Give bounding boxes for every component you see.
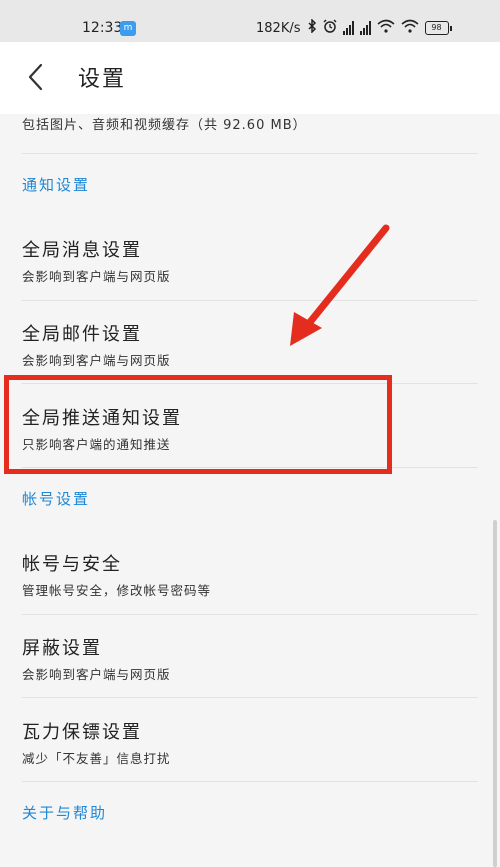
network-speed: 182K/s xyxy=(256,20,301,36)
battery-level: 98 xyxy=(424,21,449,35)
divider xyxy=(22,153,478,154)
item-subtitle: 减少「不友善」信息打扰 xyxy=(22,751,171,766)
item-block-settings[interactable]: 屏蔽设置 会影响到客户端与网页版 xyxy=(0,634,480,718)
settings-list[interactable]: 包括图片、音频和视频缓存（共 92.60 MB） 通知设置 全局消息设置 会影响… xyxy=(0,114,500,867)
section-account-settings: 帐号设置 xyxy=(22,490,91,508)
page-title: 设置 xyxy=(78,67,127,92)
item-subtitle: 会影响到客户端与网页版 xyxy=(22,269,171,284)
scrollbar[interactable] xyxy=(493,520,497,867)
wifi-icon xyxy=(400,19,419,37)
wifi-hotspot-icon xyxy=(376,19,395,37)
section-about-help: 关于与帮助 xyxy=(22,804,108,822)
item-global-message-settings[interactable]: 全局消息设置 会影响到客户端与网页版 xyxy=(0,236,480,320)
item-title: 帐号与安全 xyxy=(22,554,122,575)
bluetooth-icon xyxy=(307,18,317,37)
back-button[interactable] xyxy=(22,62,52,92)
item-title: 全局邮件设置 xyxy=(22,324,142,345)
app-bar: 设置 xyxy=(0,42,500,114)
item-title: 全局消息设置 xyxy=(22,240,142,261)
item-subtitle: 会影响到客户端与网页版 xyxy=(22,353,171,368)
divider xyxy=(22,781,478,782)
item-bodyguard-settings[interactable]: 瓦力保镖设置 减少「不友善」信息打扰 xyxy=(0,718,480,802)
section-notify-settings: 通知设置 xyxy=(22,176,91,194)
item-title: 屏蔽设置 xyxy=(22,638,102,659)
item-account-security[interactable]: 帐号与安全 管理帐号安全，修改帐号密码等 xyxy=(0,550,480,634)
red-arrow-icon xyxy=(290,224,390,346)
status-time: 12:33 xyxy=(82,20,123,36)
item-title: 瓦力保镖设置 xyxy=(22,722,142,743)
signal-1-icon xyxy=(342,21,354,35)
battery-icon: 98 xyxy=(424,21,452,35)
alarm-icon xyxy=(322,19,337,37)
item-subtitle: 会影响到客户端与网页版 xyxy=(22,667,171,682)
status-bar: 12:33 m 182K/s 98 xyxy=(0,0,500,42)
divider xyxy=(22,614,478,615)
signal-2-icon xyxy=(359,21,371,35)
status-icons: 182K/s 98 xyxy=(256,18,452,38)
highlight-box xyxy=(4,375,392,474)
item-subtitle: 管理帐号安全，修改帐号密码等 xyxy=(22,583,212,598)
notification-badge: m xyxy=(120,21,136,36)
divider xyxy=(22,697,478,698)
chevron-left-icon xyxy=(28,63,43,91)
cache-description: 包括图片、音频和视频缓存（共 92.60 MB） xyxy=(22,118,307,133)
divider xyxy=(22,300,478,301)
